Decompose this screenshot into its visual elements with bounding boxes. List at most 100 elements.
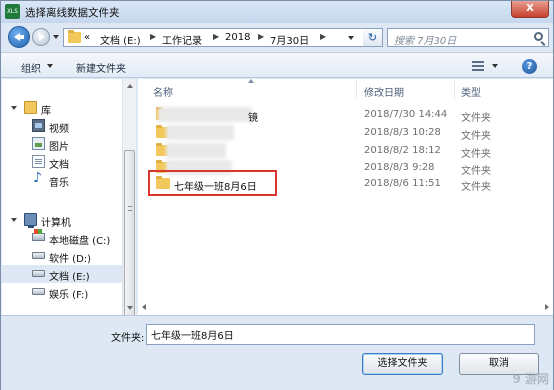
toolbar: 组织 新建文件夹 ? — [1, 52, 553, 78]
file-date: 2018/8/2 18:12 — [364, 145, 441, 156]
navigation-bar: « 文档 (E:) ▶ 工作记录 ▶ 2018 ▶ 7月30日 ▶ ↻ 搜索 7… — [1, 23, 553, 51]
breadcrumb-separator-icon[interactable]: ▶ — [258, 32, 264, 41]
sort-ascending-icon — [248, 79, 254, 83]
sidebar-item-drive-c[interactable]: 本地磁盘 (C:) — [2, 229, 122, 247]
sidebar-item-drive-f[interactable]: 娱乐 (F:) — [2, 283, 122, 301]
new-folder-button[interactable]: 新建文件夹 — [76, 60, 126, 75]
obscured-name — [158, 107, 252, 122]
close-button[interactable]: X — [511, 1, 549, 18]
column-header-name[interactable]: 名称 — [153, 84, 173, 99]
refresh-button[interactable]: ↻ — [363, 28, 383, 47]
sidebar-item-music[interactable]: 音乐 — [2, 170, 122, 189]
breadcrumb-item[interactable]: 7月30日 — [270, 32, 309, 47]
sidebar-item-drive-e[interactable]: 文档 (E:) — [2, 265, 122, 283]
breadcrumb-overflow[interactable]: « — [84, 32, 90, 43]
window-title: 选择离线数据文件夹 — [25, 7, 120, 19]
folder-name-input[interactable] — [146, 324, 535, 345]
breadcrumb-separator-icon[interactable]: ▶ — [150, 32, 156, 41]
navigation-pane-scrollbar[interactable] — [122, 79, 136, 346]
sidebar-item-label: 文档 — [49, 160, 69, 171]
column-divider[interactable] — [454, 81, 455, 99]
sidebar-item-label: 库 — [41, 106, 51, 117]
search-placeholder: 搜索 7月30日 — [394, 36, 457, 47]
search-icon[interactable] — [534, 32, 543, 41]
obscured-name — [166, 143, 226, 158]
music-icon — [32, 170, 45, 186]
column-header-date[interactable]: 修改日期 — [364, 84, 404, 99]
expand-chevron-icon[interactable] — [11, 218, 17, 222]
scroll-down-icon[interactable] — [127, 306, 133, 310]
file-date: 2018/8/3 9:28 — [364, 162, 435, 173]
organize-chevron-icon[interactable] — [47, 64, 53, 68]
expand-chevron-icon[interactable] — [11, 106, 17, 110]
watermark: 9 游网 — [512, 372, 549, 386]
sidebar-item-drive-d[interactable]: 软件 (D:) — [2, 247, 122, 265]
file-date: 2018/7/30 14:44 — [364, 109, 448, 120]
refresh-icon: ↻ — [367, 31, 378, 44]
back-button[interactable] — [8, 26, 30, 48]
address-history-chevron-icon[interactable] — [348, 36, 354, 40]
breadcrumb-separator-icon[interactable]: ▶ — [320, 32, 326, 41]
sidebar-item-pictures[interactable]: 图片 — [2, 135, 122, 153]
address-bar[interactable]: « 文档 (E:) ▶ 工作记录 ▶ 2018 ▶ 7月30日 ▶ — [63, 28, 365, 47]
computer-icon — [24, 213, 37, 228]
drive-icon — [32, 270, 45, 277]
help-icon[interactable]: ? — [522, 59, 537, 74]
system-drive-icon — [32, 229, 45, 241]
breadcrumb-separator-icon[interactable]: ▶ — [213, 32, 219, 41]
view-chevron-icon[interactable] — [492, 64, 498, 68]
breadcrumb-item[interactable]: 2018 — [225, 32, 250, 43]
file-row[interactable]: 镜 2018/7/30 14:44 文件夹 — [146, 106, 546, 124]
folder-icon — [68, 30, 81, 43]
picture-icon — [32, 137, 45, 150]
video-icon — [32, 119, 45, 132]
breadcrumb-item[interactable]: 文档 (E:) — [100, 32, 141, 47]
forward-button[interactable] — [32, 28, 50, 46]
drive-icon — [32, 252, 45, 259]
sidebar-item-libraries[interactable]: 库 — [2, 99, 122, 117]
select-folder-button[interactable]: 选择文件夹 — [362, 353, 443, 375]
sidebar-item-label: 计算机 — [41, 218, 71, 229]
organize-button[interactable]: 组织 — [21, 60, 41, 75]
sidebar-item-computer[interactable]: 计算机 — [2, 211, 122, 229]
file-type: 文件夹 — [461, 131, 491, 142]
document-icon — [32, 155, 45, 168]
obscured-name — [166, 125, 234, 140]
sidebar-item-documents[interactable]: 文档 — [2, 153, 122, 171]
view-options-icon[interactable] — [472, 61, 484, 71]
scroll-left-icon[interactable] — [142, 304, 146, 310]
file-list: 名称 修改日期 类型 镜 2018/7/30 14:44 文件夹 2018/8/… — [138, 79, 553, 315]
file-type: 文件夹 — [461, 113, 491, 124]
highlight-annotation-box — [148, 170, 277, 196]
scroll-up-icon[interactable] — [127, 84, 133, 88]
file-date: 2018/8/3 10:28 — [364, 127, 441, 138]
breadcrumb-item[interactable]: 工作记录 — [162, 32, 202, 47]
recent-locations-chevron-icon[interactable] — [53, 35, 59, 39]
file-type: 文件夹 — [461, 149, 491, 160]
sidebar-item-label: 视频 — [49, 124, 69, 135]
sidebar-item-label: 本地磁盘 (C:) — [49, 236, 111, 247]
folder-field-label: 文件夹: — [111, 333, 145, 344]
sidebar-item-videos[interactable]: 视频 — [2, 117, 122, 135]
column-header-type[interactable]: 类型 — [461, 84, 481, 99]
file-type: 文件夹 — [461, 182, 491, 193]
file-date: 2018/8/6 11:51 — [364, 178, 441, 189]
library-icon — [24, 101, 37, 114]
file-row[interactable]: 2018/8/3 10:28 文件夹 — [146, 124, 546, 142]
dialog-footer: 文件夹: 选择文件夹 取消 9 游网 — [1, 315, 553, 390]
sidebar-item-label: 文档 (E:) — [49, 272, 90, 283]
sidebar-item-label: 软件 (D:) — [49, 254, 92, 265]
drive-icon — [32, 288, 45, 295]
file-list-horizontal-scrollbar[interactable] — [138, 299, 553, 315]
sidebar-item-label: 图片 — [49, 142, 69, 153]
file-dialog-window: XLS 选择离线数据文件夹 X « 文档 (E:) ▶ 工作记录 ▶ 2018 … — [0, 0, 554, 390]
file-row[interactable]: 2018/8/2 18:12 文件夹 — [146, 142, 546, 160]
app-icon: XLS — [5, 4, 20, 19]
forward-arrow-icon — [39, 33, 45, 41]
column-divider[interactable] — [356, 81, 357, 99]
scroll-right-icon[interactable] — [545, 304, 549, 310]
search-box[interactable]: 搜索 7月30日 — [387, 28, 549, 47]
navigation-pane: 库 视频 图片 文档 音乐 计算机 本地磁盘 (C:) 软件 — [2, 79, 122, 315]
file-name: 镜 — [248, 113, 258, 124]
title-bar[interactable]: XLS 选择离线数据文件夹 X — [1, 1, 553, 23]
